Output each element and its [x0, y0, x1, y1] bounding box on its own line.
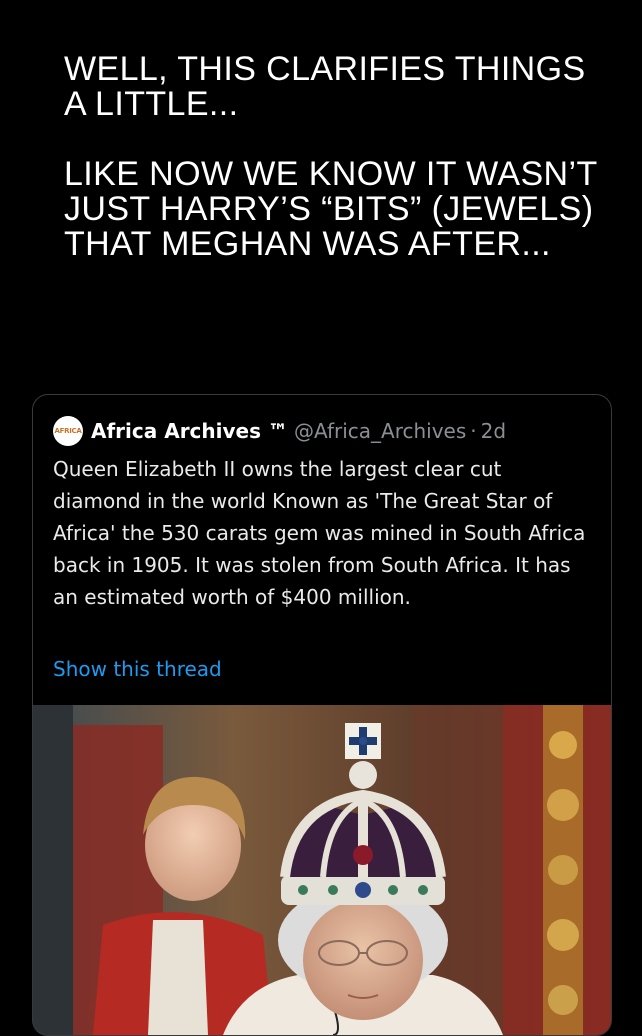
- separator-dot: ·: [470, 419, 477, 443]
- crown-photo-illustration: [33, 705, 611, 1035]
- show-thread-link[interactable]: Show this thread: [53, 657, 222, 681]
- avatar-logo-text: AFRICA: [54, 427, 82, 435]
- display-name[interactable]: Africa Archives ™: [91, 419, 288, 443]
- caption-line-1: WELL, THIS CLARIFIES THINGS A LITTLE...: [64, 50, 586, 123]
- tweet-photo[interactable]: [33, 705, 611, 1035]
- tweet-header: AFRICA Africa Archives ™ @Africa_Archive…: [53, 416, 506, 446]
- caption-line-2: LIKE NOW WE KNOW IT WASN’T JUST HARRY’S …: [64, 155, 598, 263]
- user-handle[interactable]: @Africa_Archives: [294, 419, 466, 443]
- tweet-text: Queen Elizabeth II owns the largest clea…: [53, 457, 586, 609]
- tweet-timestamp[interactable]: 2d: [481, 419, 506, 443]
- meme-caption: WELL, THIS CLARIFIES THINGS A LITTLE... …: [64, 52, 604, 262]
- quoted-tweet-card[interactable]: AFRICA Africa Archives ™ @Africa_Archive…: [32, 394, 612, 1036]
- avatar[interactable]: AFRICA: [53, 416, 83, 446]
